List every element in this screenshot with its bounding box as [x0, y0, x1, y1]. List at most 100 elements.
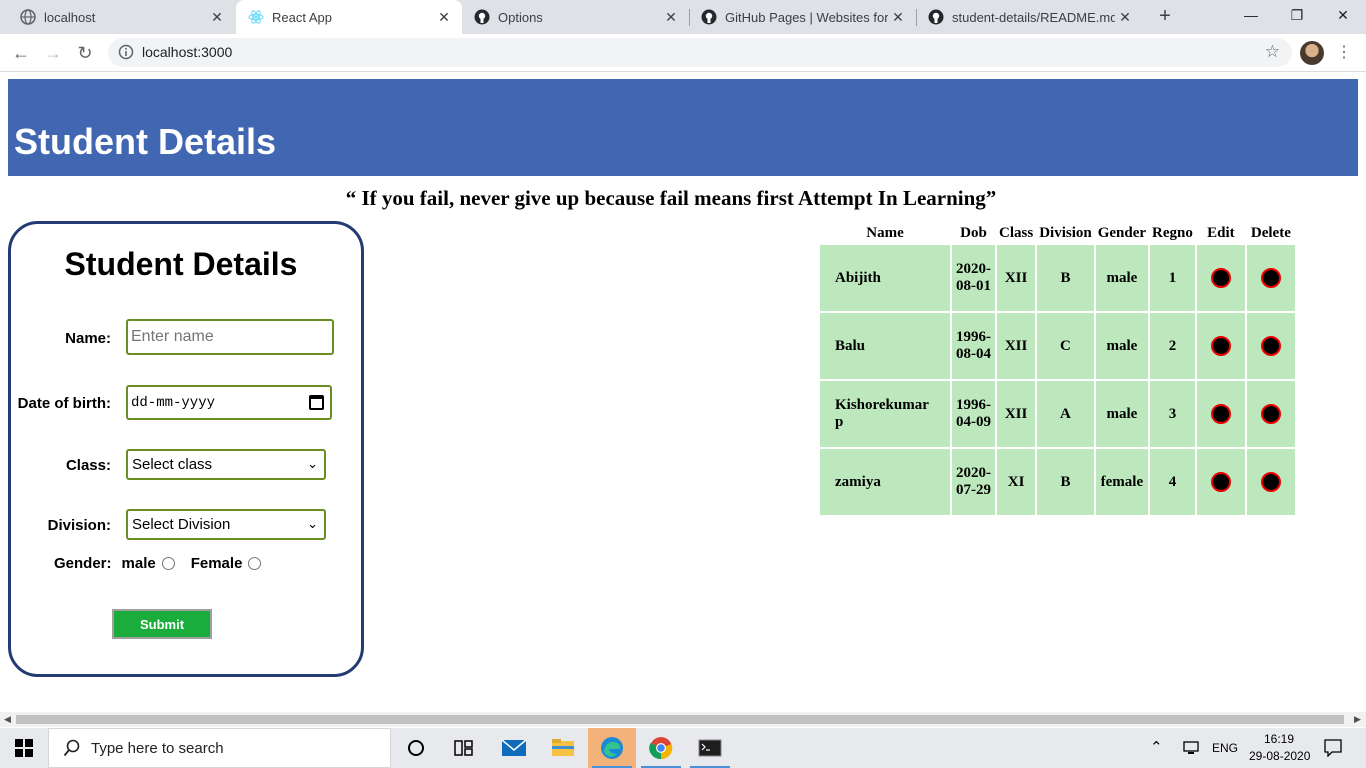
name-placeholder: Enter name — [131, 328, 214, 345]
name-cell: zamiya — [820, 449, 950, 515]
division-label: Division: — [47, 517, 111, 534]
browser-tab-bar: localhost ✕ React App ✕ Options ✕ GitHub… — [0, 0, 1366, 34]
edit-button[interactable] — [1210, 472, 1231, 492]
restore-button[interactable]: ❐ — [1274, 0, 1320, 30]
reload-button[interactable]: ↻ — [72, 40, 98, 66]
tab-options[interactable]: Options ✕ — [462, 0, 689, 34]
tab-title: localhost — [44, 9, 96, 25]
forward-button[interactable]: → — [40, 40, 66, 66]
division-cell: A — [1037, 381, 1094, 447]
table-row: zamiya 2020- 07-29 XI Bfemale 4 — [820, 449, 1295, 515]
regno-cell: 1 — [1150, 245, 1195, 311]
class-select[interactable]: Select class ⌄ — [126, 449, 326, 480]
division-cell: B — [1037, 449, 1094, 515]
division-select[interactable]: Select Division ⌄ — [126, 509, 326, 540]
delete-button[interactable] — [1260, 404, 1281, 424]
edit-button[interactable] — [1210, 268, 1231, 288]
tab-react-app[interactable]: React App ✕ — [236, 0, 462, 34]
gender-label: Gender: — [54, 555, 112, 572]
close-tab-icon[interactable]: ✕ — [1115, 9, 1135, 26]
name-label: Name: — [65, 330, 111, 347]
name-input[interactable]: Enter name — [126, 319, 334, 355]
delete-button[interactable] — [1260, 472, 1281, 492]
back-button[interactable]: ← — [8, 40, 34, 66]
page-title: Student Details — [14, 121, 277, 162]
table-body: Abijith 2020- 08-01 XII Bmale 1 Balu 1996- 08-… — [820, 245, 1295, 515]
close-tab-icon[interactable]: ✕ — [888, 9, 908, 26]
delete-button[interactable] — [1260, 336, 1281, 356]
notification-icon[interactable] — [1324, 739, 1342, 757]
tab-title: Options — [498, 9, 543, 25]
close-tab-icon[interactable]: ✕ — [434, 9, 454, 26]
task-view-icon[interactable] — [440, 728, 488, 768]
chevron-up-icon[interactable]: ⌃ — [1150, 738, 1163, 756]
bookmark-star-icon[interactable]: ☆ — [1265, 42, 1280, 62]
submit-button[interactable]: Submit — [112, 609, 212, 639]
column-header: Regno — [1152, 224, 1193, 241]
gender-radio-male[interactable] — [161, 557, 175, 570]
envelope-icon — [501, 739, 527, 756]
info-icon[interactable] — [118, 44, 134, 60]
new-tab-button[interactable]: + — [1154, 5, 1176, 27]
scroll-left-icon[interactable]: ◀ — [4, 714, 11, 725]
gender-radio-female[interactable] — [248, 557, 262, 570]
tab-localhost[interactable]: localhost ✕ — [8, 0, 235, 34]
class-cell: XII — [997, 381, 1036, 447]
delete-button[interactable] — [1260, 268, 1281, 288]
dob-input[interactable]: dd-mm-yyyy — [126, 385, 332, 420]
browser-menu-icon[interactable]: ⋮ — [1336, 42, 1352, 64]
table-row: Balu 1996- 08-04 XII Cmale 2 — [820, 313, 1295, 379]
scroll-right-icon[interactable]: ▶ — [1354, 714, 1361, 725]
command-prompt-icon — [698, 739, 722, 757]
tab-github-pages[interactable]: GitHub Pages | Websites for yo ✕ — [689, 0, 916, 34]
chrome-logo-icon — [649, 737, 673, 760]
delete-cell — [1246, 245, 1295, 311]
close-tab-icon[interactable]: ✕ — [207, 9, 227, 26]
tab-readme[interactable]: student-details/README.md at ✕ — [916, 0, 1143, 34]
gender-option-female-label: Female — [190, 555, 243, 572]
column-header: Edit — [1207, 224, 1235, 241]
horizontal-scrollbar[interactable]: ◀ ▶ — [0, 712, 1366, 727]
delete-cell — [1246, 313, 1295, 379]
dob-cell: 2020- 08-01 — [952, 245, 995, 311]
taskbar-search[interactable]: Type here to search — [48, 728, 391, 768]
clock-time[interactable]: 16:19 — [1264, 732, 1294, 746]
chrome-browser-icon[interactable] — [637, 728, 685, 768]
student-form: Student Details Name: Enter name Date of… — [8, 221, 364, 677]
table-header-row: Name Dob Class Division Gender Regno Edi… — [820, 223, 1295, 243]
edge-browser-icon[interactable] — [588, 728, 636, 768]
language-indicator[interactable]: ENG — [1212, 741, 1238, 755]
terminal-app-icon[interactable] — [686, 728, 734, 768]
name-cell: Balu — [820, 313, 950, 379]
minimize-button[interactable]: — — [1228, 0, 1274, 30]
name-cell: Abijith — [820, 245, 950, 311]
edit-button[interactable] — [1210, 336, 1231, 356]
column-header: Gender — [1097, 224, 1147, 241]
class-selected-value: Select class — [132, 456, 213, 473]
mail-app-icon[interactable] — [490, 728, 538, 768]
windows-taskbar: Type here to search ⌃ ENG 16:19 29-08-20… — [0, 728, 1366, 768]
column-header: Dob — [960, 224, 987, 241]
table-row: Kishorekumar p 1996- 04-09 XII Amale 3 — [820, 381, 1295, 447]
edit-cell — [1196, 381, 1245, 447]
react-icon — [248, 10, 264, 24]
student-table: Name Dob Class Division Gender Regno Edi… — [818, 221, 1297, 517]
close-tab-icon[interactable]: ✕ — [661, 9, 681, 26]
github-icon — [928, 9, 944, 25]
class-cell: XI — [997, 449, 1036, 515]
scrollbar-thumb[interactable] — [16, 715, 1344, 724]
close-window-button[interactable]: ✕ — [1320, 0, 1366, 30]
profile-avatar[interactable] — [1300, 41, 1324, 65]
column-header: Division — [1039, 224, 1092, 241]
edit-button[interactable] — [1210, 404, 1231, 424]
start-button[interactable] — [0, 728, 48, 768]
file-explorer-icon[interactable] — [539, 728, 587, 768]
chevron-down-icon: ⌄ — [307, 516, 318, 531]
tab-title: student-details/README.md at — [952, 9, 1115, 25]
network-icon[interactable] — [1182, 740, 1200, 756]
clock-date[interactable]: 29-08-2020 — [1249, 749, 1310, 763]
calendar-icon[interactable] — [309, 395, 324, 410]
table-row: Abijith 2020- 08-01 XII Bmale 1 — [820, 245, 1295, 311]
address-bar[interactable]: localhost:3000 ☆ — [108, 38, 1292, 67]
cortana-icon[interactable] — [392, 728, 440, 768]
